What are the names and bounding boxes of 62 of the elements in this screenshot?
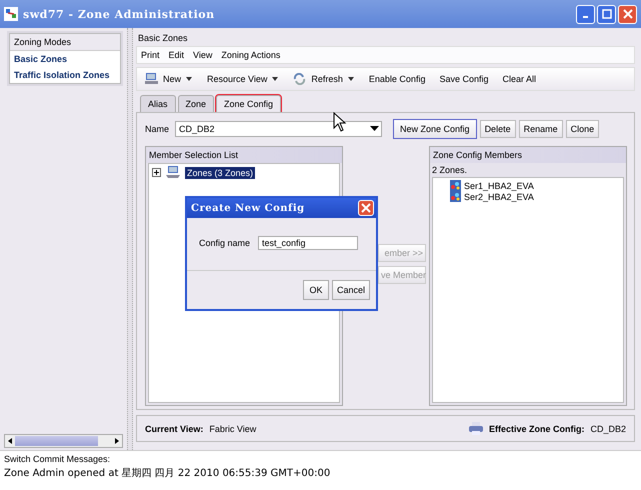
caret-icon	[348, 76, 355, 82]
close-icon	[361, 203, 371, 213]
refresh-icon	[293, 73, 306, 85]
app-icon	[4, 7, 18, 21]
messages-title: Switch Commit Messages:	[4, 454, 112, 464]
status-value: Fabric View	[209, 424, 256, 434]
expander-icon[interactable]	[152, 168, 161, 177]
close-icon	[622, 9, 632, 19]
horizontal-scrollbar[interactable]	[4, 434, 123, 448]
maximize-button[interactable]	[597, 4, 616, 24]
toolbar-button[interactable]: Enable Config	[368, 72, 426, 86]
caret-icon	[370, 126, 380, 132]
tree-item[interactable]: Zones (3 Zones)	[185, 166, 256, 178]
status-label: Effective Zone Config:	[488, 424, 584, 434]
dialog-button[interactable]: OK	[302, 280, 329, 300]
panel-header: Member Selection List	[146, 147, 342, 163]
name-dropdown[interactable]: CD_DB2	[175, 121, 382, 137]
zone-icon	[450, 191, 461, 202]
computer-icon	[145, 73, 158, 85]
cursor-icon	[333, 112, 347, 132]
tab[interactable]: Zone Config	[216, 95, 282, 112]
name-label: Name	[145, 124, 170, 134]
config-name-field[interactable]: test_config	[258, 236, 358, 250]
panel-title: Basic Zones	[137, 32, 189, 45]
caret-icon	[272, 76, 280, 82]
tab[interactable]: Alias	[140, 95, 176, 112]
tab[interactable]: Zone	[178, 95, 214, 112]
menu-item[interactable]: Zoning Actions	[221, 50, 280, 60]
config-button[interactable]: Rename	[518, 120, 563, 138]
member-item[interactable]: Ser1_HBA2_EVA	[464, 180, 534, 190]
caret-icon	[186, 76, 194, 82]
field-label: Config name	[199, 238, 250, 248]
computer-icon	[166, 166, 180, 179]
status-label: Current View:	[145, 424, 204, 434]
menu-item[interactable]: View	[193, 50, 212, 60]
menu-item[interactable]: Edit	[168, 50, 184, 60]
close-button[interactable]	[618, 4, 637, 24]
config-button[interactable]: Clone	[566, 120, 600, 138]
member-item[interactable]: Ser2_HBA2_EVA	[464, 192, 534, 202]
config-button[interactable]: New Zone Config	[393, 119, 477, 139]
zone-icon	[450, 180, 461, 191]
config-button[interactable]: Delete	[480, 120, 516, 138]
panel-header: Zoning Modes	[10, 34, 120, 51]
toolbar-button[interactable]: New	[145, 72, 194, 86]
dialog-button[interactable]: Cancel	[332, 280, 370, 300]
dialog-title: Create New Config	[191, 202, 305, 214]
count-label: 2 Zones.	[431, 164, 468, 177]
close-button[interactable]	[358, 200, 374, 216]
window-title: swd77 - Zone Administration	[23, 8, 215, 20]
menu-item[interactable]: Print	[141, 50, 160, 60]
toolbar-button[interactable]: Clear All	[502, 72, 536, 86]
mode-item[interactable]: Traffic Isolation Zones	[10, 67, 120, 83]
mode-item[interactable]: Basic Zones	[10, 51, 120, 67]
status-value: CD_DB2	[590, 424, 626, 434]
toolbar-button[interactable]: Save Config	[439, 72, 488, 86]
printer-icon	[468, 422, 483, 435]
message-line: Zone Admin opened at 星期四 四月 22 2010 06:55:39 GMT+00:00	[4, 466, 332, 480]
panel-header: Zone Config Members	[430, 147, 626, 163]
toolbar-button[interactable]: Resource View	[207, 72, 280, 86]
toolbar-button[interactable]: Refresh	[293, 72, 355, 86]
minimize-button[interactable]	[576, 4, 595, 24]
maximize-icon	[602, 9, 612, 19]
